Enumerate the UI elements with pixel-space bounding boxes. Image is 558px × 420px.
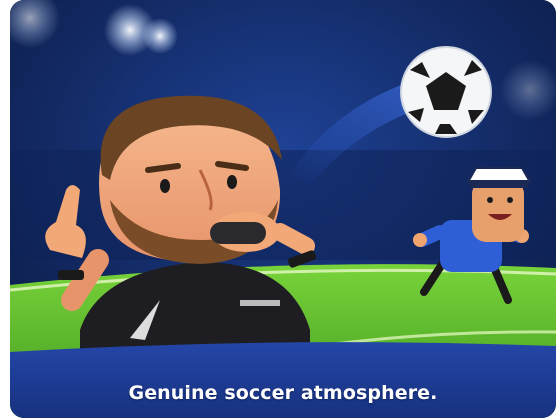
soccer-ball-icon [400, 46, 492, 138]
app-screenshot-card: Genuine soccer atmosphere. [10, 0, 556, 418]
caption-text: Genuine soccer atmosphere. [128, 382, 438, 404]
caption-bar: Genuine soccer atmosphere. [10, 356, 556, 418]
floodlight-2 [142, 18, 178, 54]
